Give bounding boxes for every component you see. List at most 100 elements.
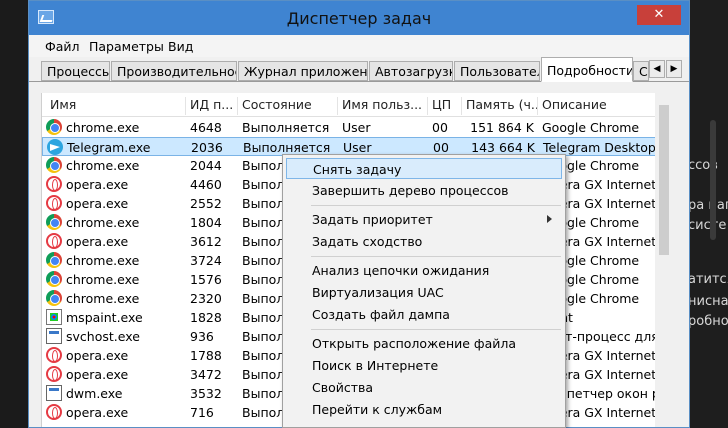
cell-name: chrome.exe [66,291,140,306]
chrome-icon [46,157,62,173]
bg-text: робнос [688,314,728,329]
cell-name: opera.exe [66,367,129,382]
cell-name: opera.exe [66,348,129,363]
column-pid[interactable]: ИД п... [186,97,238,115]
column-user[interactable]: Имя польз... [338,97,428,115]
column-description[interactable]: Описание [538,97,668,115]
context-menu-item[interactable]: Задать приоритет [286,209,562,230]
cell-memory: 151 864 K [470,120,534,135]
context-menu-label: Завершить дерево процессов [312,183,509,198]
context-menu-label: Задать приоритет [312,212,433,227]
context-menu-label: Перейти к службам [312,402,443,417]
context-menu-label: Поиск в Интернете [312,358,439,373]
tab-users[interactable]: Пользователи [454,61,540,81]
opera-icon [46,347,62,363]
generic-app-icon [46,328,62,344]
cell-memory: 143 664 K [471,140,535,155]
context-menu-item[interactable]: Анализ цепочки ожидания [286,260,562,281]
cell-user: User [343,140,372,155]
context-menu-item[interactable]: Завершить дерево процессов [286,180,562,201]
cell-pid: 936 [190,329,214,344]
cell-pid: 2552 [190,196,222,211]
opera-icon [46,233,62,249]
context-menu-label: Задать сходство [312,234,423,249]
submenu-arrow-icon [547,215,552,223]
bg-scrollbar[interactable] [710,120,716,240]
scrollbar-thumb[interactable] [659,105,669,255]
context-menu-item[interactable]: Снять задачу [286,158,562,179]
context-menu-label: Снять задачу [313,162,402,177]
bg-text: нисна [688,294,728,309]
menu-file[interactable]: Файл [45,39,80,54]
cell-cpu: 00 [433,140,449,155]
cell-pid: 2044 [190,158,222,173]
cell-name: chrome.exe [66,272,140,287]
context-menu-item[interactable]: Виртуализация UAC [286,282,562,303]
table-row[interactable]: chrome.exe 4648 Выполняется User 00 151 864 K… [42,118,667,137]
bg-text: систе [688,218,727,233]
tab-details[interactable]: Подробности [541,57,633,82]
cell-name: chrome.exe [66,215,140,230]
chrome-icon [46,214,62,230]
cell-name: opera.exe [66,405,129,420]
chrome-icon [46,252,62,268]
bg-text: ра нап [688,198,728,213]
chrome-icon [46,119,62,135]
cell-cpu: 00 [432,120,448,135]
context-menu-item[interactable]: Поиск в Интернете [286,355,562,376]
menu-separator [311,329,561,330]
chrome-icon [46,290,62,306]
cell-name: opera.exe [66,177,129,192]
telegram-icon [47,139,63,155]
menu-bar: Файл Параметры Вид [29,35,689,57]
cell-user: User [342,120,371,135]
cell-pid: 3472 [190,367,222,382]
opera-icon [46,366,62,382]
cell-pid: 1576 [190,272,222,287]
tab-strip: Процессы Производительность Журнал прило… [29,57,689,82]
menu-separator [311,205,561,206]
cell-pid: 1828 [190,310,222,325]
tab-scroll-left-icon[interactable]: ◀ [649,60,665,78]
tab-services[interactable]: С [633,61,649,81]
cell-pid: 2036 [191,140,223,155]
context-menu-item[interactable]: Открыть расположение файла [286,333,562,354]
cell-status: Выполняется [243,140,331,155]
cell-name: dwm.exe [66,386,123,401]
context-menu-label: Анализ цепочки ожидания [312,263,490,278]
column-memory[interactable]: Память (ч... [462,97,538,115]
cell-description: Telegram Desktop [543,140,656,155]
cell-name: opera.exe [66,234,129,249]
cell-name: svchost.exe [66,329,140,344]
menu-view[interactable]: Вид [168,39,193,54]
opera-icon [46,176,62,192]
tab-processes[interactable]: Процессы [41,61,110,81]
tab-scroll-right-icon[interactable]: ▶ [666,60,682,78]
column-status[interactable]: Состояние [238,97,338,115]
opera-icon [46,404,62,420]
context-menu: Снять задачу Завершить дерево процессов За… [282,154,566,428]
vertical-scrollbar[interactable] [655,93,677,427]
close-button[interactable]: ✕ [637,5,681,25]
tab-performance[interactable]: Производительность [111,61,237,81]
cell-name: chrome.exe [66,120,140,135]
context-menu-item[interactable]: Задать сходство [286,231,562,252]
cell-pid: 716 [190,405,214,420]
menu-options[interactable]: Параметры [89,39,164,54]
context-menu-item[interactable]: Создать файл дампа [286,304,562,325]
context-menu-item[interactable]: Свойства [286,377,562,398]
cell-pid: 4460 [190,177,222,192]
column-cpu[interactable]: ЦП [428,97,462,115]
generic-app-icon [46,385,62,401]
window-title: Диспетчер задач [286,9,432,28]
tab-app-history[interactable]: Журнал приложений [238,61,368,81]
cell-status: Выполняется [242,120,330,135]
cell-name: mspaint.exe [66,310,143,325]
context-menu-label: Свойства [312,380,374,395]
title-bar[interactable]: Диспетчер задач ✕ [29,1,689,35]
column-name[interactable]: Имя [46,97,186,115]
cell-pid: 3612 [190,234,222,249]
context-menu-item[interactable]: Перейти к службам [286,399,562,420]
tab-startup[interactable]: Автозагрузка [369,61,453,81]
paint-icon [46,309,62,325]
